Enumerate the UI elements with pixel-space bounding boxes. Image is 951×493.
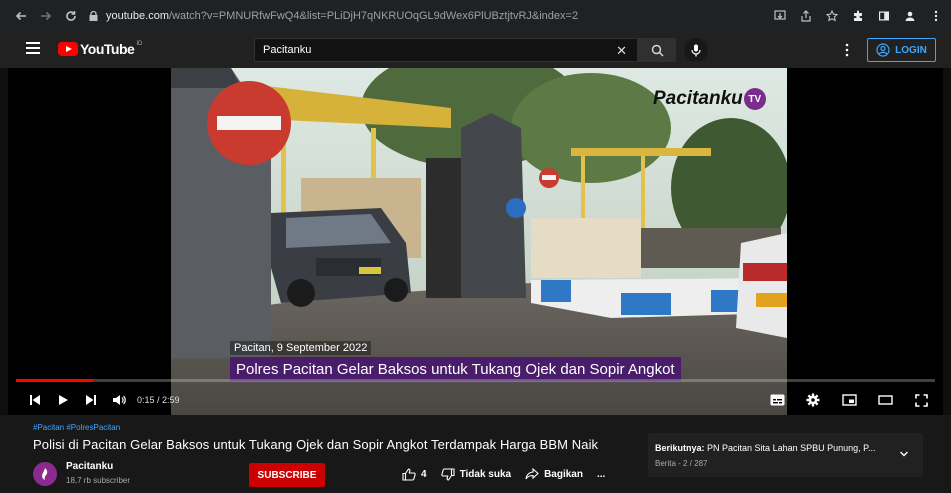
microphone-icon [691,44,701,56]
share-arrow-icon [525,468,539,480]
url-path: /watch?v=PMNURfwFwQ4&list=PLiDjH7qNKRUOq… [168,10,579,22]
volume-icon[interactable] [105,389,133,411]
logo-region: ID [136,41,143,47]
address-bar[interactable]: youtube.com/watch?v=PMNURfwFwQ4&list=PLi… [86,4,786,28]
thumbs-up-icon [402,467,416,481]
video-hashtags[interactable]: #Pacitan #PolresPacitan [33,423,120,432]
share-label: Bagikan [544,468,583,480]
search-input[interactable]: Pacitanku ✕ [254,38,638,62]
side-panel-icon[interactable] [877,9,891,23]
player-controls-right [763,388,935,412]
extensions-puzzle-icon[interactable] [851,9,865,23]
video-title: Polisi di Pacitan Gelar Baksos untuk Tuk… [33,437,599,452]
theater-mode-icon[interactable] [871,389,899,411]
video-player[interactable]: Pacitanku TV Pacitan, 9 September 2022 P… [8,68,943,415]
video-date-overlay: Pacitan, 9 September 2022 [230,341,372,355]
share-button[interactable]: Bagikan [525,468,583,480]
share-page-icon[interactable] [799,9,813,23]
up-next-prefix: Berikutnya: [655,443,705,453]
channel-watermark: Pacitanku TV [653,88,766,110]
search-icon [651,44,663,56]
youtube-logo[interactable]: YouTube ID [58,41,142,57]
subscriber-count: 18,7 rb subscriber [66,476,131,485]
channel-name[interactable]: Pacitanku [66,461,113,472]
up-next-title: PN Pacitan Sita Lahan SPBU Punung, P... [707,443,876,453]
voice-search-button[interactable] [684,38,708,62]
progress-fill [16,379,94,382]
playlist-info: Berita - 2 / 287 [655,459,708,468]
watermark-text: Pacitanku [653,88,743,109]
profile-icon[interactable] [903,9,917,23]
dislike-button[interactable]: Tidak suka [440,467,512,481]
dislike-label: Tidak suka [459,468,512,480]
youtube-play-icon [58,42,78,56]
video-info-section: #Pacitan #PolresPacitan Polisi di Pacita… [0,415,951,493]
lock-icon [86,9,100,23]
next-icon[interactable] [77,389,105,411]
subscribe-button[interactable]: SUBSCRIBE [249,463,325,487]
browser-actions [773,0,943,32]
logo-text: YouTube [80,41,135,57]
login-button[interactable]: LOGIN [867,38,936,62]
channel-avatar[interactable] [33,462,57,486]
like-button[interactable]: 4 [402,467,427,481]
forward-arrow-icon[interactable] [35,5,57,27]
browser-toolbar: youtube.com/watch?v=PMNURfwFwQ4&list=PLi… [0,0,951,32]
chevron-down-icon[interactable] [899,449,909,459]
more-actions-button[interactable]: ... [597,469,605,480]
thumbs-down-icon [440,467,455,481]
search-value: Pacitanku [263,44,312,56]
back-arrow-icon[interactable] [10,5,32,27]
up-next-card[interactable]: Berikutnya: PN Pacitan Sita Lahan SPBU P… [648,433,923,477]
time-display: 0:15 / 2:59 [137,395,180,405]
like-count: 4 [421,468,427,480]
menu-icon[interactable] [26,42,40,54]
up-next-title-line: Berikutnya: PN Pacitan Sita Lahan SPBU P… [655,443,875,453]
subtitles-icon[interactable] [763,389,791,411]
login-label: LOGIN [895,44,927,56]
play-icon[interactable] [49,389,77,411]
previous-icon[interactable] [21,389,49,411]
clear-search-icon[interactable]: ✕ [616,43,627,59]
watermark-badge: TV [743,88,766,110]
progress-bar[interactable] [16,379,935,382]
url-host: youtube.com [106,10,169,22]
reload-icon[interactable] [60,5,82,27]
more-actions-label: ... [596,468,606,480]
browser-menu-icon[interactable] [929,9,943,23]
miniplayer-icon[interactable] [835,389,863,411]
account-circle-icon [876,43,890,57]
settings-menu-icon[interactable] [845,42,849,58]
video-actions: 4 Tidak suka Bagikan ... [402,465,619,483]
settings-gear-icon[interactable] [799,389,827,411]
player-controls: 0:15 / 2:59 [8,388,943,412]
youtube-header: YouTube ID Pacitanku ✕ LOGIN [0,32,951,68]
bookmark-star-icon[interactable] [825,9,839,23]
video-title-overlay: Polres Pacitan Gelar Baksos untuk Tukang… [230,357,681,381]
fullscreen-icon[interactable] [907,389,935,411]
search-button[interactable] [638,38,676,62]
install-app-icon[interactable] [773,9,787,23]
